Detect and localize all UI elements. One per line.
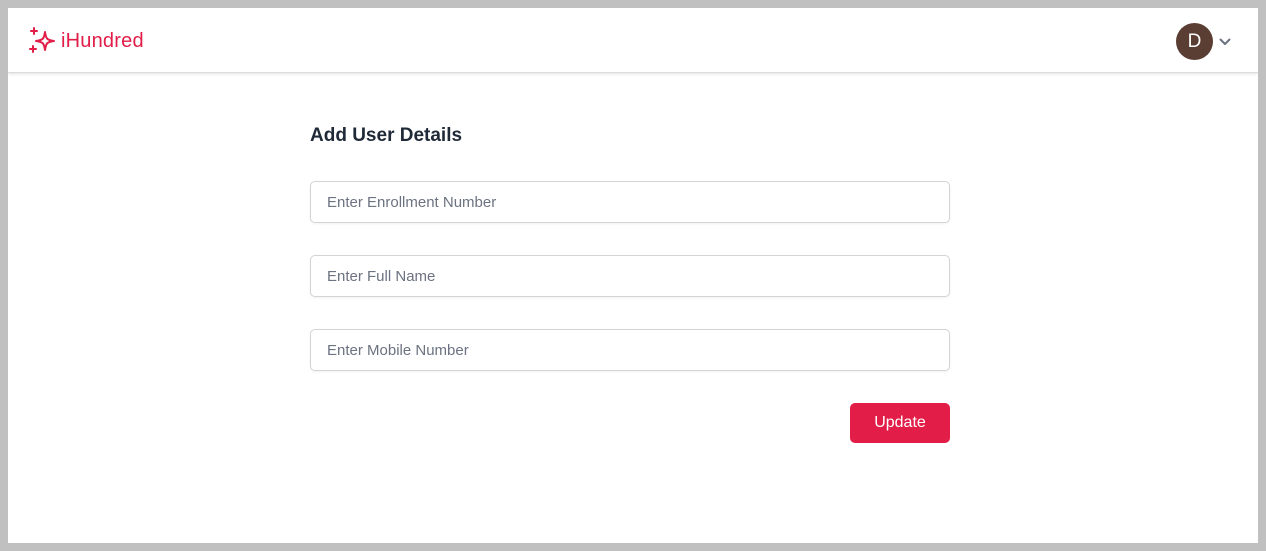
sparkles-icon bbox=[29, 27, 55, 53]
update-button[interactable]: Update bbox=[850, 403, 950, 443]
mobile-number-input[interactable] bbox=[310, 329, 950, 371]
add-user-form: Add User Details Update bbox=[310, 123, 950, 443]
page-title: Add User Details bbox=[310, 125, 463, 146]
top-navbar: iHundred D bbox=[8, 8, 1258, 73]
enrollment-number-input[interactable] bbox=[310, 181, 950, 223]
full-name-input[interactable] bbox=[310, 255, 950, 297]
app-window: iHundred D Add User Details Update bbox=[8, 8, 1258, 543]
chevron-down-icon[interactable] bbox=[1219, 38, 1231, 46]
avatar[interactable]: D bbox=[1176, 23, 1213, 60]
form-actions: Update bbox=[310, 403, 950, 443]
brand-logo[interactable]: iHundred bbox=[28, 26, 144, 56]
brand-name: iHundred bbox=[61, 29, 144, 52]
user-menu[interactable]: D bbox=[1176, 23, 1231, 60]
